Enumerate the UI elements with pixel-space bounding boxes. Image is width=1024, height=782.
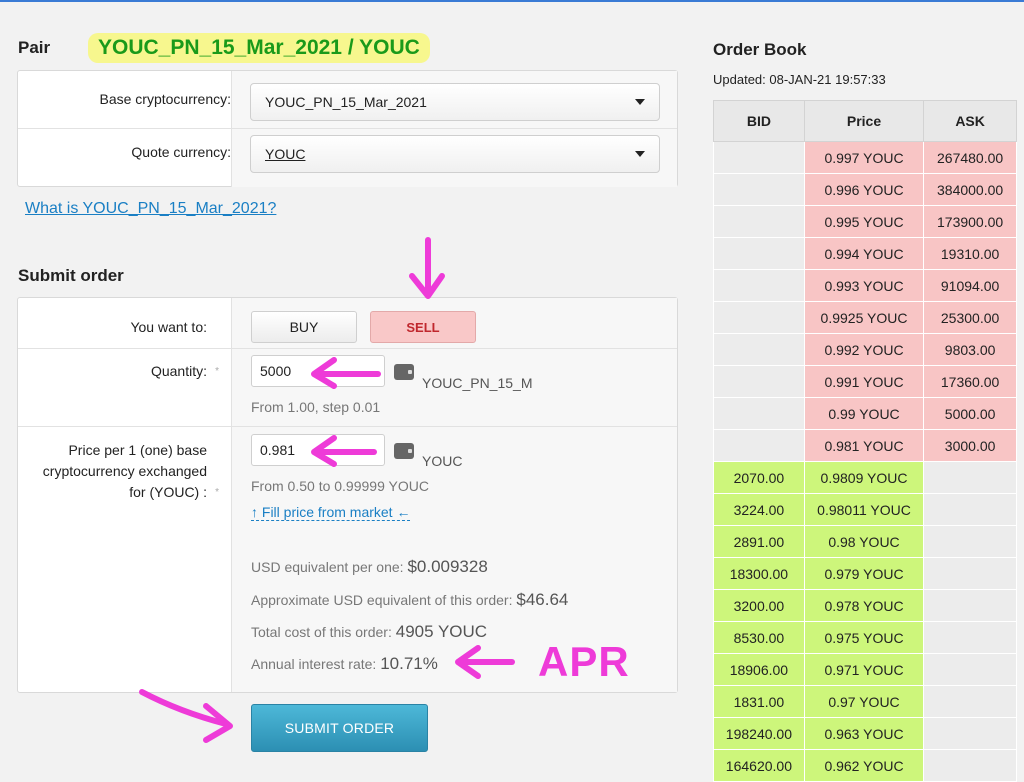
price-cell: 0.98 YOUC: [803, 525, 925, 558]
ask-cell: 9803.00: [923, 333, 1017, 366]
apr-annotation: APR: [538, 638, 630, 685]
ask-row[interactable]: 0.997 YOUC 267480.00: [713, 141, 1017, 174]
bid-cell: 18906.00: [713, 653, 805, 686]
bid-row[interactable]: 1831.00 0.97 YOUC: [713, 685, 1017, 718]
bid-row[interactable]: 18906.00 0.971 YOUC: [713, 653, 1017, 686]
arrow-left-icon: [311, 435, 377, 467]
price-cell: 0.99 YOUC: [803, 397, 925, 430]
ask-cell: [923, 493, 1017, 526]
ask-cell: 267480.00: [923, 141, 1017, 174]
price-cell: 0.979 YOUC: [803, 557, 925, 590]
bid-cell: [713, 333, 805, 366]
arrow-left-icon: [455, 645, 515, 679]
bid-cell: 2891.00: [713, 525, 805, 558]
price-cell: 0.995 YOUC: [803, 205, 925, 238]
bid-cell: [713, 205, 805, 238]
ask-row[interactable]: 0.993 YOUC 91094.00: [713, 269, 1017, 302]
ask-row[interactable]: 0.99 YOUC 5000.00: [713, 397, 1017, 430]
bid-cell: [713, 397, 805, 430]
price-cell: 0.981 YOUC: [803, 429, 925, 462]
bid-cell: 164620.00: [713, 749, 805, 782]
price-cell: 0.962 YOUC: [803, 749, 925, 782]
ask-row[interactable]: 0.995 YOUC 173900.00: [713, 205, 1017, 238]
ask-cell: [923, 621, 1017, 654]
price-cell: 0.991 YOUC: [803, 365, 925, 398]
bid-cell: [713, 237, 805, 270]
arrow-down-right-icon: [139, 689, 233, 743]
price-column-header: Price: [803, 100, 925, 142]
bid-row[interactable]: 198240.00 0.963 YOUC: [713, 717, 1017, 750]
bid-cell: 3200.00: [713, 589, 805, 622]
bid-cell: [713, 365, 805, 398]
bid-cell: [713, 429, 805, 462]
price-cell: 0.978 YOUC: [803, 589, 925, 622]
ask-cell: [923, 461, 1017, 494]
bid-cell: [713, 141, 805, 174]
price-cell: 0.997 YOUC: [803, 141, 925, 174]
bid-cell: 2070.00: [713, 461, 805, 494]
order-book-header-row: BID Price ASK: [713, 100, 1017, 142]
price-cell: 0.97 YOUC: [803, 685, 925, 718]
ask-cell: [923, 653, 1017, 686]
arrow-down-icon: [409, 237, 445, 299]
order-book-title: Order Book: [713, 40, 807, 59]
ask-cell: 91094.00: [923, 269, 1017, 302]
price-cell: 0.971 YOUC: [803, 653, 925, 686]
bid-cell: [713, 269, 805, 302]
price-cell: 0.992 YOUC: [803, 333, 925, 366]
bid-row[interactable]: 164620.00 0.962 YOUC: [713, 749, 1017, 782]
ask-cell: [923, 749, 1017, 782]
bid-cell: 18300.00: [713, 557, 805, 590]
bid-cell: [713, 301, 805, 334]
order-book-updated: Updated: 08-JAN-21 19:57:33: [713, 72, 886, 87]
ask-row[interactable]: 0.9925 YOUC 25300.00: [713, 301, 1017, 334]
bid-row[interactable]: 3224.00 0.98011 YOUC: [713, 493, 1017, 526]
bid-row[interactable]: 2070.00 0.9809 YOUC: [713, 461, 1017, 494]
bid-row[interactable]: 8530.00 0.975 YOUC: [713, 621, 1017, 654]
bid-cell: 198240.00: [713, 717, 805, 750]
ask-cell: 17360.00: [923, 365, 1017, 398]
bid-column-header: BID: [713, 100, 805, 142]
ask-row[interactable]: 0.992 YOUC 9803.00: [713, 333, 1017, 366]
ask-cell: [923, 589, 1017, 622]
ask-row[interactable]: 0.994 YOUC 19310.00: [713, 237, 1017, 270]
ask-cell: [923, 557, 1017, 590]
ask-column-header: ASK: [923, 100, 1017, 142]
ask-cell: 173900.00: [923, 205, 1017, 238]
price-cell: 0.996 YOUC: [803, 173, 925, 206]
price-cell: 0.975 YOUC: [803, 621, 925, 654]
order-book-table: BID Price ASK 0.997 YOUC 267480.00 0.996 …: [713, 100, 1017, 782]
ask-cell: 25300.00: [923, 301, 1017, 334]
arrow-left-icon: [311, 357, 381, 389]
price-cell: 0.994 YOUC: [803, 237, 925, 270]
bid-row[interactable]: 3200.00 0.978 YOUC: [713, 589, 1017, 622]
ask-row[interactable]: 0.981 YOUC 3000.00: [713, 429, 1017, 462]
bid-cell: 8530.00: [713, 621, 805, 654]
ask-cell: [923, 685, 1017, 718]
price-cell: 0.9925 YOUC: [803, 301, 925, 334]
price-cell: 0.9809 YOUC: [803, 461, 925, 494]
ask-cell: 19310.00: [923, 237, 1017, 270]
ask-cell: [923, 717, 1017, 750]
ask-cell: 5000.00: [923, 397, 1017, 430]
ask-row[interactable]: 0.991 YOUC 17360.00: [713, 365, 1017, 398]
price-cell: 0.993 YOUC: [803, 269, 925, 302]
bid-cell: 3224.00: [713, 493, 805, 526]
price-cell: 0.963 YOUC: [803, 717, 925, 750]
order-book-body: 0.997 YOUC 267480.00 0.996 YOUC 384000.00 …: [713, 141, 1017, 782]
ask-cell: 3000.00: [923, 429, 1017, 462]
ask-row[interactable]: 0.996 YOUC 384000.00: [713, 173, 1017, 206]
ask-cell: 384000.00: [923, 173, 1017, 206]
bid-cell: 1831.00: [713, 685, 805, 718]
bid-row[interactable]: 18300.00 0.979 YOUC: [713, 557, 1017, 590]
ask-cell: [923, 525, 1017, 558]
bid-row[interactable]: 2891.00 0.98 YOUC: [713, 525, 1017, 558]
bid-cell: [713, 173, 805, 206]
price-cell: 0.98011 YOUC: [803, 493, 925, 526]
